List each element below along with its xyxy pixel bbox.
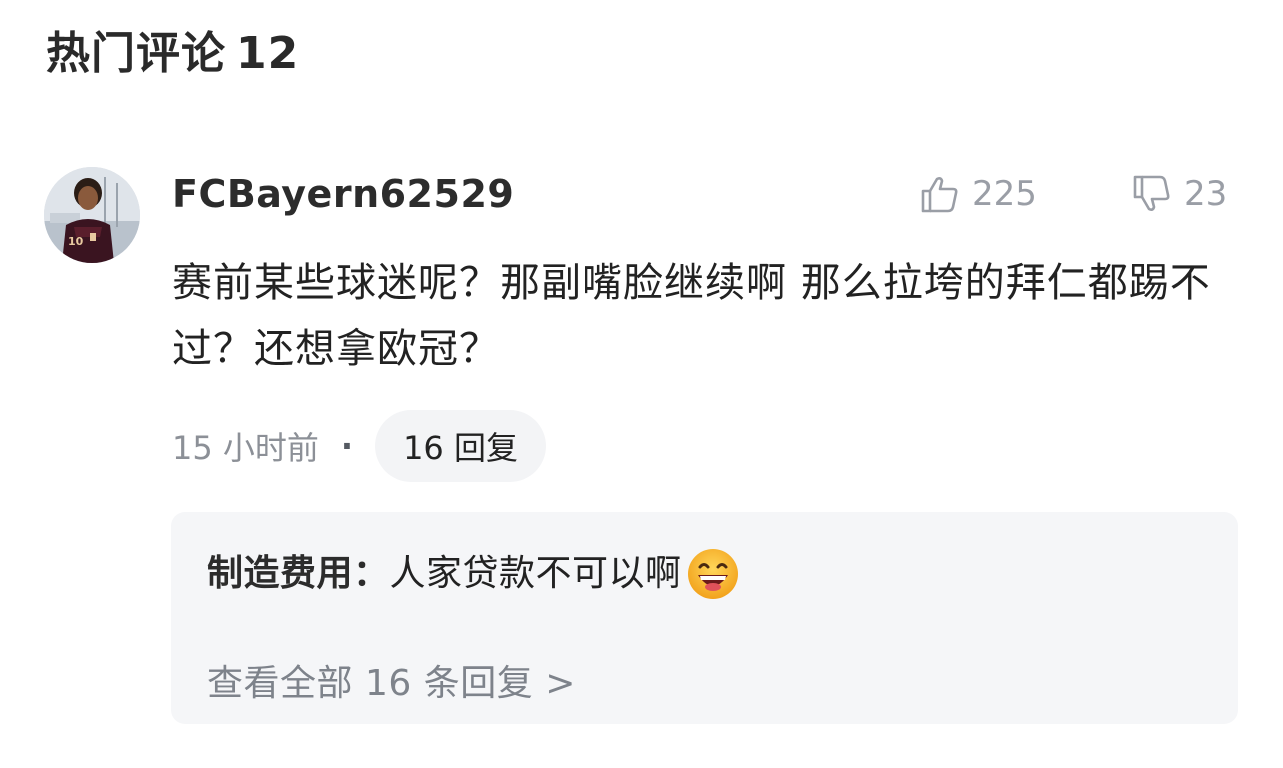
view-all-replies-label: 查看全部 16 条回复 [207,663,534,704]
reply-preview-line: 制造费用： 人家贷款不可以啊 [207,542,740,606]
reply-button[interactable]: 16 回复 [375,410,546,482]
comment-meta: 15 小时前 · 16 回复 [172,410,546,482]
view-all-replies-link[interactable]: 查看全部 16 条回复 > [207,652,576,716]
reply-author[interactable]: 制造费用： [207,542,390,606]
reply-text: 人家贷款不可以啊 [389,553,682,594]
thumbs-down-icon [1130,173,1172,215]
svg-text:10: 10 [68,235,84,248]
chevron-right-icon: > [545,663,576,704]
section-title: 热门评论 12 [46,24,299,84]
hot-comments-page: 热门评论 12 10 FCBayern62529 225 23 赛前某些球迷呢？… [0,0,1283,768]
thumbs-up-icon [918,173,960,215]
comment-author[interactable]: FCBayern62529 [172,168,514,220]
like-button[interactable]: 225 [918,170,1037,218]
dislike-button[interactable]: 23 [1130,170,1227,218]
reply-preview-box[interactable]: 制造费用： 人家贷款不可以啊 查看全部 16 条回复 > [171,512,1238,724]
avatar[interactable]: 10 [44,167,140,263]
comment-time: 15 小时前 [172,429,319,467]
dislike-count: 23 [1184,174,1228,214]
reply-button-label: 16 回复 [403,429,518,467]
avatar-photo: 10 [44,167,140,263]
like-count: 225 [972,174,1037,214]
comment-count: 12 [236,28,300,79]
meta-separator: · [340,427,354,465]
section-title-text: 热门评论 [46,28,226,79]
grinning-face-emoji-icon [686,547,740,601]
comment-text: 赛前某些球迷呢？那副嘴脸继续啊 那么拉垮的拜仁都踢不过？还想拿欧冠？ [172,260,1211,372]
